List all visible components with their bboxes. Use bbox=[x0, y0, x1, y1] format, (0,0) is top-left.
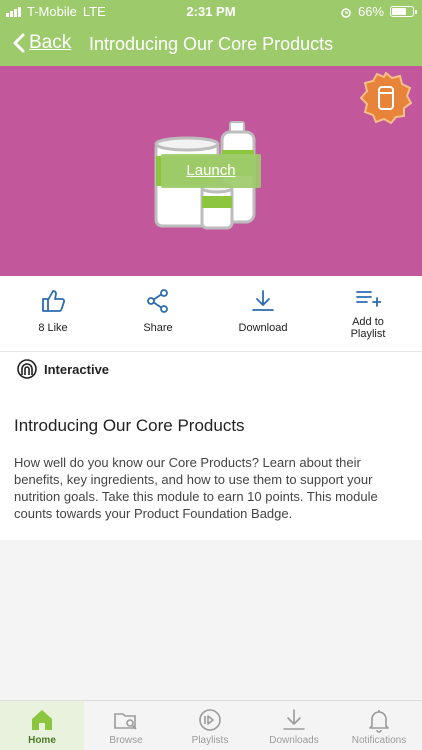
tab-notifications-label: Notifications bbox=[351, 735, 407, 746]
add-to-playlist-button[interactable]: Add to Playlist bbox=[318, 288, 418, 340]
status-right: 66% bbox=[340, 4, 417, 19]
chevron-left-icon bbox=[13, 33, 25, 53]
tab-playlists-label: Playlists bbox=[191, 735, 229, 746]
module-type: Interactive bbox=[16, 358, 109, 380]
download-label: Download bbox=[238, 322, 288, 334]
share-label: Share bbox=[143, 322, 173, 334]
launch-button[interactable]: Launch bbox=[161, 154, 261, 188]
share-button[interactable]: Share bbox=[108, 288, 208, 334]
downloads-icon bbox=[283, 709, 305, 730]
share-icon bbox=[147, 289, 168, 313]
add-to-playlist-label: Add to Playlist bbox=[350, 316, 386, 340]
tab-downloads[interactable]: Downloads bbox=[252, 701, 336, 750]
like-button[interactable]: 8 Like bbox=[3, 288, 103, 334]
interactive-icon bbox=[17, 359, 37, 379]
add-to-playlist-icon bbox=[356, 291, 381, 307]
module-type-label: Interactive bbox=[44, 361, 110, 377]
hero-banner: Launch bbox=[0, 66, 422, 276]
thumbs-up-icon bbox=[42, 290, 66, 312]
download-icon bbox=[252, 290, 274, 311]
nav-bar: Back Introducing Our Core Products bbox=[0, 22, 422, 66]
module-description: How well do you know our Core Products? … bbox=[14, 455, 378, 521]
tab-browse-label: Browse bbox=[109, 735, 143, 746]
tab-home[interactable]: Home bbox=[0, 701, 84, 750]
back-label: Back bbox=[29, 32, 72, 53]
tab-bar: Home Browse Playlists Downloads Notifica… bbox=[0, 700, 422, 750]
tab-playlists[interactable]: Playlists bbox=[168, 701, 252, 750]
battery-percent: 66% bbox=[357, 4, 384, 19]
alarm-icon bbox=[341, 7, 351, 18]
playlists-icon bbox=[199, 709, 221, 731]
tab-notifications[interactable]: Notifications bbox=[336, 701, 422, 750]
status-bar: T-Mobile LTE 2:31 PM 66% bbox=[0, 0, 422, 22]
tab-downloads-label: Downloads bbox=[269, 735, 319, 746]
bell-icon bbox=[369, 710, 389, 733]
back-button[interactable]: Back bbox=[12, 32, 71, 54]
download-button[interactable]: Download bbox=[213, 288, 313, 334]
tab-browse[interactable]: Browse bbox=[84, 701, 168, 750]
tab-home-label: Home bbox=[28, 735, 56, 746]
browse-icon bbox=[114, 713, 137, 730]
battery-icon bbox=[390, 6, 417, 17]
action-bar: 8 Like Share Download Add to Playlist bbox=[0, 276, 422, 352]
home-icon bbox=[32, 710, 52, 730]
product-badge-icon bbox=[360, 72, 412, 124]
like-label: 8 Like bbox=[38, 322, 68, 334]
module-title: Introducing Our Core Products bbox=[14, 416, 245, 435]
page-title: Introducing Our Core Products bbox=[89, 34, 334, 54]
